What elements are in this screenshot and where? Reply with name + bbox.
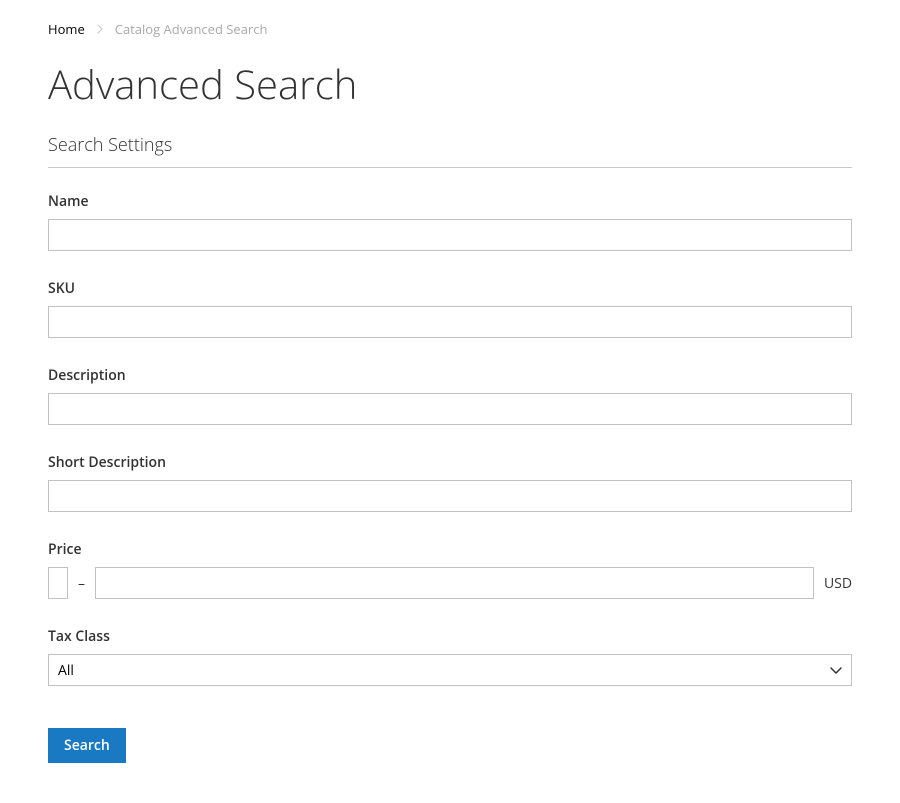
chevron-right-icon	[97, 21, 103, 38]
description-label: Description	[48, 366, 852, 385]
price-from-input[interactable]	[48, 567, 68, 599]
short-description-label: Short Description	[48, 453, 852, 472]
breadcrumb-home-link[interactable]: Home	[48, 20, 85, 38]
description-input[interactable]	[48, 393, 852, 425]
tax-class-label: Tax Class	[48, 627, 852, 646]
tax-class-select[interactable]: All	[48, 654, 852, 686]
breadcrumb: Home Catalog Advanced Search	[48, 20, 852, 38]
sku-input[interactable]	[48, 306, 852, 338]
search-button[interactable]: Search	[48, 728, 126, 763]
price-currency-label: USD	[824, 574, 852, 593]
section-legend: Search Settings	[48, 133, 852, 168]
name-label: Name	[48, 192, 852, 211]
breadcrumb-current: Catalog Advanced Search	[115, 20, 268, 38]
price-to-input[interactable]	[95, 567, 814, 599]
price-label: Price	[48, 540, 852, 559]
advanced-search-form: Name SKU Description Short Description P…	[48, 192, 852, 763]
short-description-input[interactable]	[48, 480, 852, 512]
sku-label: SKU	[48, 279, 852, 298]
price-range-separator: –	[78, 574, 85, 593]
page-title: Advanced Search	[48, 56, 852, 111]
name-input[interactable]	[48, 219, 852, 251]
